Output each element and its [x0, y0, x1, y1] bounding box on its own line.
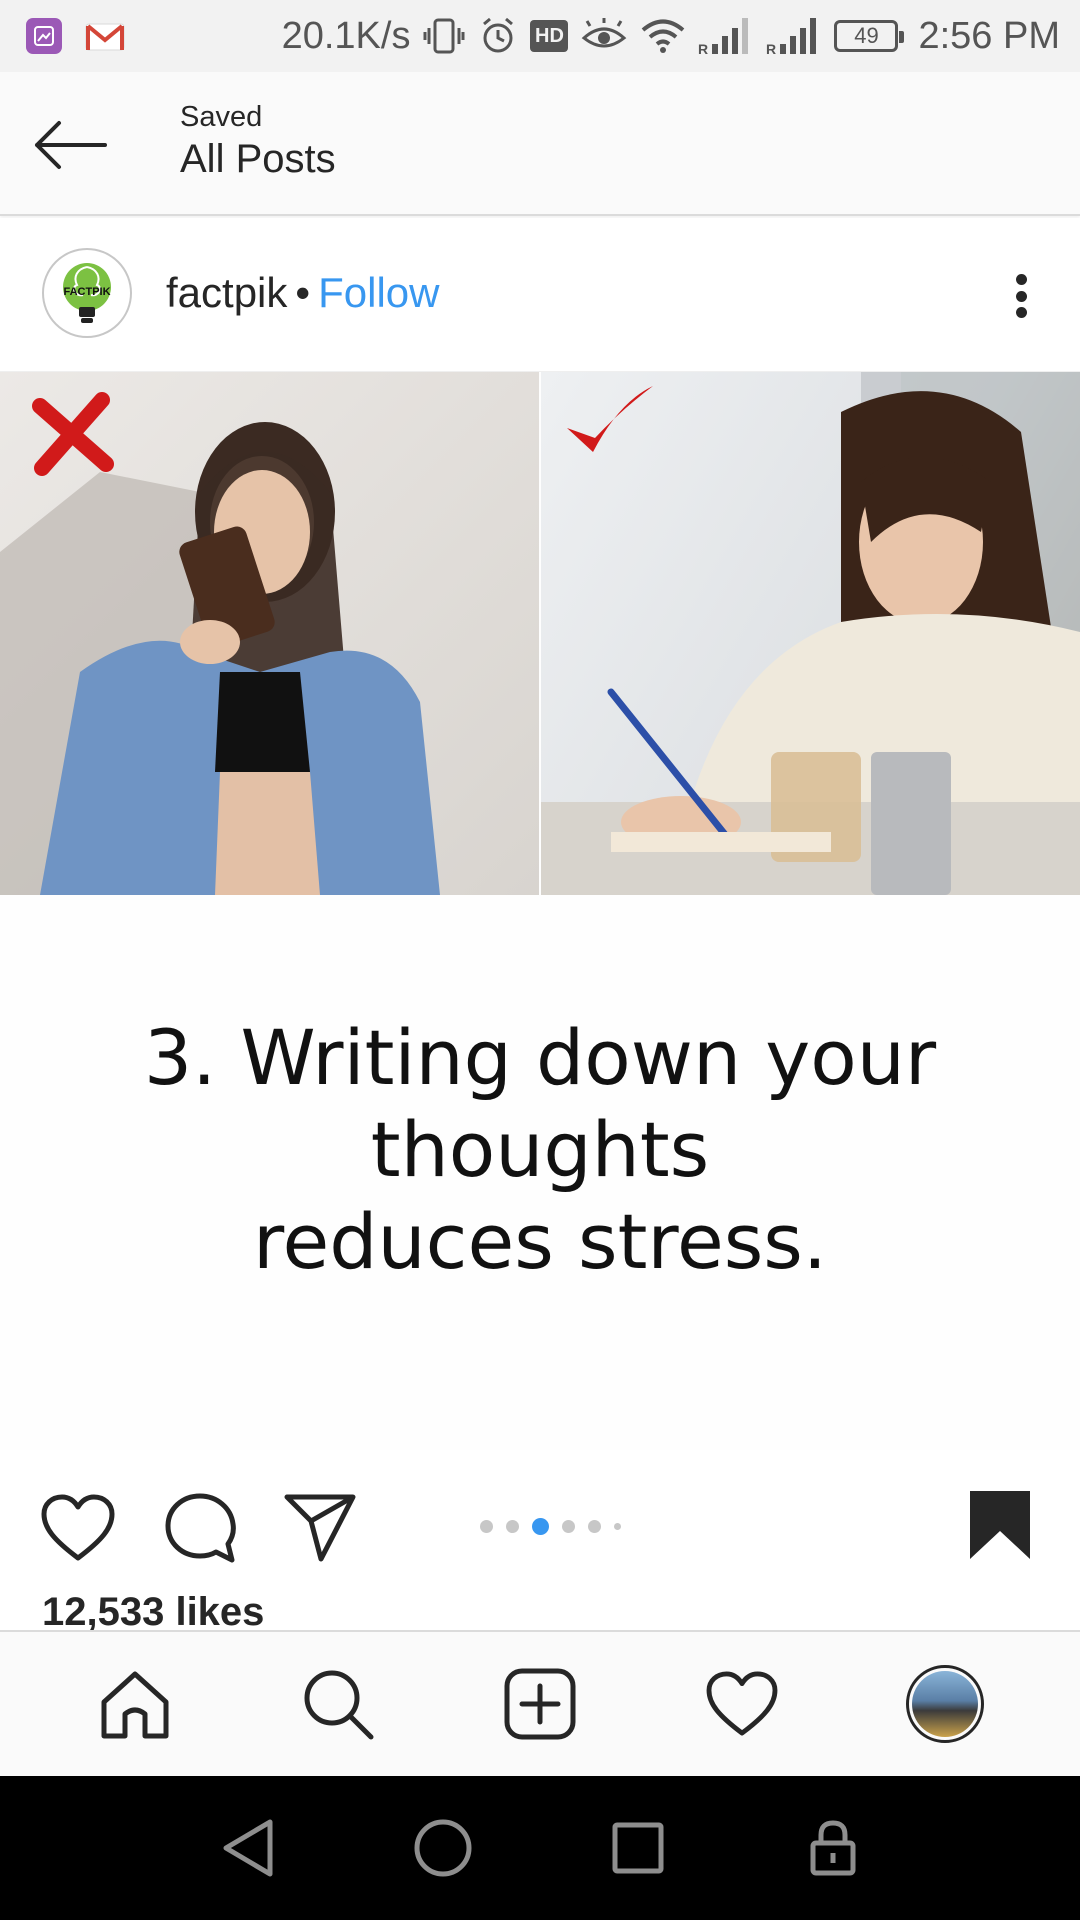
battery-icon: 49 [834, 20, 905, 52]
share-button[interactable] [276, 1486, 364, 1570]
hd-badge: HD [530, 20, 569, 52]
android-lock-button[interactable] [788, 1803, 878, 1893]
carousel-dot-active [532, 1518, 549, 1535]
gmail-notification-icon [85, 23, 125, 51]
nav-title-group: Saved All Posts [180, 101, 336, 184]
arrow-left-icon [35, 121, 107, 169]
signal-strength-icon-2: R [766, 18, 817, 56]
android-back-button[interactable] [203, 1803, 293, 1893]
wifi-icon [642, 19, 685, 53]
more-options-button[interactable] [1006, 266, 1036, 326]
tab-home[interactable] [80, 1649, 190, 1759]
back-button[interactable] [30, 110, 110, 180]
caption-line-2: thoughts [370, 1105, 710, 1194]
tab-profile[interactable] [890, 1649, 1000, 1759]
post-image-caption: 3. Writing down your thoughts reduces st… [0, 1012, 1080, 1288]
signal-strength-icon-1: R [698, 18, 749, 56]
caption-line-3: reduces stress. [252, 1197, 828, 1286]
separator-dot: • [295, 269, 311, 316]
android-home-button[interactable] [398, 1803, 488, 1893]
follow-button[interactable]: Follow [318, 268, 439, 318]
carousel-dot [562, 1520, 575, 1533]
android-navigation-bar [0, 1776, 1080, 1920]
factpik-logo: FACTPIK [63, 263, 111, 323]
author-avatar[interactable]: FACTPIK [42, 248, 132, 338]
battery-level: 49 [854, 23, 879, 48]
network-speed: 20.1K/s [281, 14, 411, 57]
more-vertical-icon-dot [1015, 307, 1027, 318]
top-nav-bar: Saved All Posts [0, 72, 1080, 216]
post-carousel-image[interactable]: 3. Writing down your thoughts reduces st… [0, 372, 1080, 1450]
triangle-back-icon [223, 1819, 272, 1877]
carousel-dot [588, 1520, 601, 1533]
author-line: factpik • Follow [166, 268, 439, 318]
tab-search[interactable] [283, 1649, 393, 1759]
status-bar: 20.1K/s HD R R 49 2:56 PM [0, 0, 1080, 72]
tab-new-post[interactable] [485, 1649, 595, 1759]
carousel-indicator [480, 1518, 621, 1535]
send-icon [284, 1494, 356, 1562]
save-button[interactable] [960, 1480, 1040, 1570]
profile-avatar [911, 1671, 978, 1737]
comment-button[interactable] [156, 1486, 244, 1570]
system-indicators: 20.1K/s HD R R 49 2:56 PM [282, 15, 1060, 58]
caption-line-1: 3. Writing down your [143, 1013, 937, 1102]
square-recents-icon [612, 1822, 663, 1874]
post-header: FACTPIK factpik • Follow [0, 218, 1080, 372]
photo-woman-eating-chocolate [0, 372, 539, 895]
tab-activity[interactable] [687, 1649, 797, 1759]
heart-outline-icon [706, 1671, 778, 1736]
home-icon [101, 1671, 169, 1739]
add-post-icon [504, 1668, 576, 1740]
post-action-bar: 12,533 likes [0, 1450, 1080, 1634]
eye-comfort-icon [582, 18, 627, 48]
avatar-logo-text: FACTPIK [63, 286, 110, 298]
page-title: All Posts [180, 136, 336, 181]
vibrate-icon [423, 18, 465, 54]
comment-icon [165, 1493, 236, 1563]
more-vertical-icon-dot [1015, 274, 1027, 285]
lock-icon [810, 1820, 855, 1876]
likes-count[interactable]: 12,533 likes [42, 1590, 264, 1635]
circle-home-icon [414, 1819, 471, 1877]
gallery-notification-icon [26, 18, 62, 54]
nav-subtitle: Saved [180, 101, 263, 133]
android-recents-button[interactable] [593, 1803, 683, 1893]
svg-text:R: R [698, 41, 708, 56]
svg-text:R: R [766, 41, 776, 56]
like-button[interactable] [34, 1486, 122, 1570]
bottom-tab-bar [0, 1630, 1080, 1776]
bookmark-filled-icon [970, 1491, 1030, 1559]
heart-outline-icon [41, 1494, 115, 1561]
search-icon [304, 1670, 374, 1740]
author-username[interactable]: factpik [166, 268, 287, 318]
notification-icons [26, 18, 126, 54]
alarm-icon [483, 17, 514, 53]
more-vertical-icon-dot [1015, 290, 1027, 302]
carousel-dot [506, 1520, 519, 1533]
profile-avatar-ring [905, 1665, 984, 1743]
photo-woman-writing [541, 372, 1080, 895]
carousel-dot [480, 1520, 493, 1533]
correct-check-icon [567, 386, 653, 452]
wrong-x-icon [32, 392, 114, 476]
clock: 2:56 PM [918, 14, 1060, 57]
carousel-dot [614, 1523, 621, 1530]
